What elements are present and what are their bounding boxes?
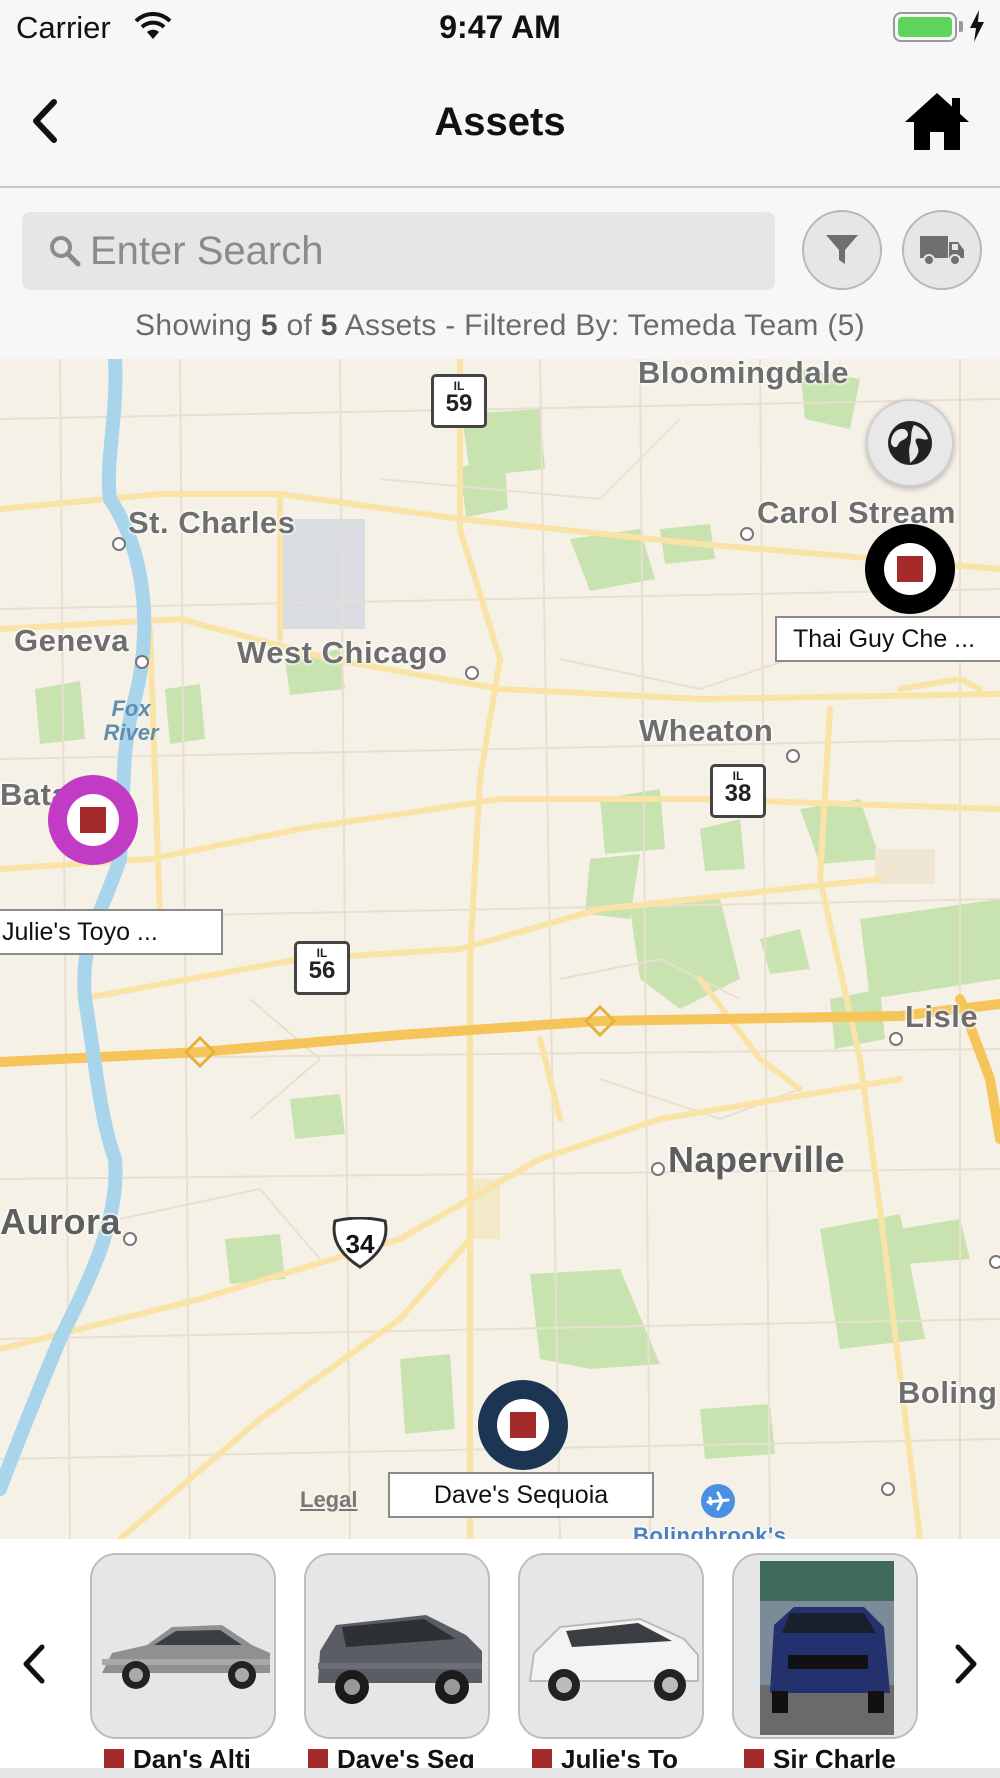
marker-center [497,1399,549,1451]
summary-filter: Assets - Filtered By: Temeda Team (5) [337,309,865,342]
search-field[interactable] [22,212,775,290]
place-label: Carol Stream [757,495,956,530]
asset-marker[interactable] [48,775,138,865]
status-indicator [532,1749,552,1769]
total-count: 5 [320,309,338,342]
filter-button[interactable] [802,210,882,290]
battery-tip [959,21,963,32]
us-route-number: 34 [345,1229,375,1259]
carousel-next-icon[interactable] [946,1639,986,1689]
asset-carousel: Dan's Alti Dave's Seq Julie's To Sir Cha… [0,1539,1000,1778]
carousel-prev-icon[interactable] [14,1639,54,1689]
asset-marker[interactable] [865,524,955,614]
us-route-shield: 34 [331,1217,389,1269]
place-label: West Chicago [237,635,448,670]
asset-callout[interactable]: Dave's Sequoia [388,1472,654,1518]
clock: 9:47 AM [439,9,561,45]
status-indicator [510,1412,536,1438]
shown-count: 5 [260,309,278,342]
status-indicator [80,807,106,833]
summary-prefix: Showing [135,309,261,342]
summary-of: of [277,309,321,342]
home-indicator [0,1768,1000,1778]
place-label: Boling [898,1375,998,1410]
map-view[interactable]: Bloomingdale St. Charles Carol Stream Ge… [0,359,1000,1539]
marker-center [884,543,936,595]
marker-center [67,794,119,846]
search-input[interactable] [90,218,750,284]
search-icon [50,236,81,267]
place-label: Wheaton [639,713,774,748]
asset-callout[interactable]: Julie's Toyo ... [0,909,223,955]
status-indicator [104,1749,124,1769]
home-icon[interactable] [902,90,972,152]
river-label-text: Fox River [103,696,159,745]
status-indicator [897,556,923,582]
charging-bolt-icon [970,10,984,42]
blue-crossover-photo [734,1555,916,1737]
white-suv-photo [528,1617,699,1701]
place-label: Bloomingdale [638,359,849,390]
battery-icon [893,12,957,42]
place-label: Aurora [0,1201,122,1242]
status-bar: Carrier 9:47 AM [0,0,1000,56]
globe-icon [888,421,932,465]
place-label: Naperville [668,1139,846,1180]
legal-link[interactable]: Legal [300,1487,357,1513]
navigation-bar: Assets [0,56,1000,188]
asset-card[interactable] [518,1553,704,1739]
asset-card[interactable] [732,1553,918,1739]
gray-suv-photo [318,1615,482,1704]
page-title: Assets [434,100,566,144]
route-shield: IL 38 [710,764,766,818]
airplane-icon [701,1484,735,1518]
asset-card[interactable] [304,1553,490,1739]
asset-card[interactable] [90,1553,276,1739]
search-bar [0,190,1000,294]
place-label: St. Charles [128,505,296,540]
truck-icon [920,236,964,266]
status-indicator [744,1749,764,1769]
results-summary: Showing 5 of 5 Assets - Filtered By: Tem… [0,294,1000,358]
place-label: Lisle [905,999,979,1034]
airport-label: Bolingbrook's [633,1523,787,1539]
route-shield: IL 56 [294,941,350,995]
vehicle-type-button[interactable] [902,210,982,290]
status-indicator [308,1749,328,1769]
route-shield: IL 59 [431,374,487,428]
funnel-icon [826,235,858,264]
route-number: 38 [724,780,752,807]
map-type-button[interactable] [866,399,954,487]
silver-sedan-photo [102,1625,270,1689]
route-number: 59 [445,390,473,417]
river-label: Fox River [96,697,166,745]
route-number: 56 [308,957,336,984]
asset-callout[interactable]: Thai Guy Che ... [775,616,1000,662]
asset-marker[interactable] [478,1380,568,1470]
place-label: Geneva [14,623,130,658]
